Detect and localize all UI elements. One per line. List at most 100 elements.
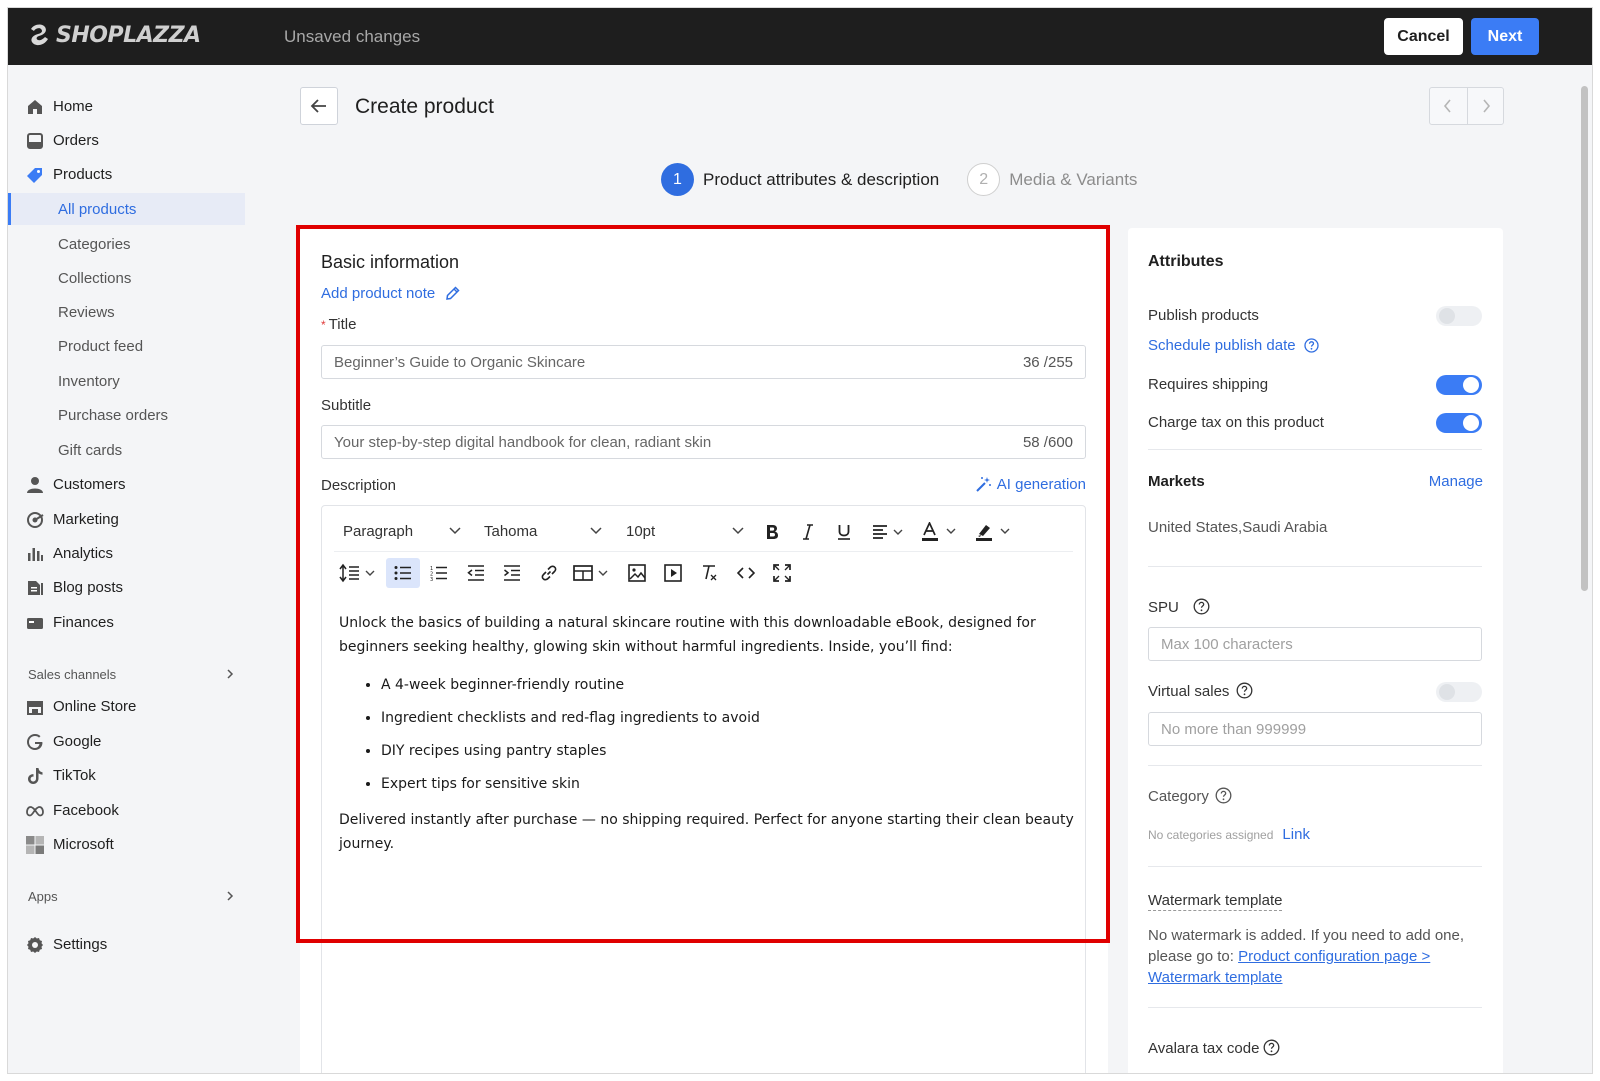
step-1-label[interactable]: Product attributes & description — [703, 170, 939, 190]
virtual-sales-input[interactable]: No more than 999999 — [1148, 712, 1482, 746]
sidebar-item-home[interactable]: Home — [8, 91, 258, 123]
font-family-select[interactable]: Tahoma — [475, 517, 608, 546]
bold-button[interactable] — [755, 517, 789, 547]
sales-channels-expand-icon[interactable] — [224, 668, 236, 680]
table-dropdown[interactable] — [568, 558, 614, 588]
help-circle-icon[interactable] — [1263, 1039, 1280, 1056]
page-scrollbar[interactable] — [1581, 70, 1589, 1070]
spu-input[interactable]: Max 100 characters — [1148, 627, 1482, 661]
sidebar-subitem-label: Inventory — [58, 373, 120, 390]
highlight-color-dropdown[interactable] — [970, 517, 1016, 547]
step-1-indicator[interactable]: 1 — [661, 163, 694, 196]
underline-icon — [838, 525, 850, 540]
add-product-note-label: Add product note — [321, 285, 436, 302]
sidebar-item-finances[interactable]: Finances — [8, 607, 258, 639]
sidebar-item-tiktok[interactable]: TikTok — [8, 760, 258, 792]
italic-button[interactable] — [791, 517, 825, 547]
insert-image-button[interactable] — [620, 558, 654, 588]
sidebar-subitem-label: All products — [58, 201, 137, 218]
apps-heading: Apps — [28, 889, 58, 904]
bullet-list-button[interactable] — [386, 558, 420, 588]
attributes-card: Attributes Publish products Schedule pub… — [1128, 228, 1503, 1073]
cancel-button[interactable]: Cancel — [1384, 18, 1463, 55]
meta-icon — [26, 806, 44, 817]
sidebar-item-blog-posts[interactable]: Blog posts — [8, 572, 258, 604]
schedule-publish-date-link[interactable]: Schedule publish date — [1148, 337, 1319, 354]
sidebar-item-label: Customers — [53, 476, 126, 493]
store-icon — [27, 701, 43, 715]
publish-products-toggle[interactable] — [1436, 306, 1482, 326]
sales-channels-heading: Sales channels — [28, 667, 117, 682]
description-bullet-list: A 4-week beginner-friendly routine Ingre… — [381, 673, 1074, 796]
line-height-dropdown[interactable] — [334, 558, 380, 588]
back-button[interactable] — [300, 87, 338, 125]
indent-button[interactable] — [495, 558, 529, 588]
svg-text:3: 3 — [430, 577, 433, 581]
sidebar-subitem-collections[interactable]: Collections — [8, 262, 258, 294]
marketing-icon — [27, 512, 44, 528]
sidebar-subitem-purchase-orders[interactable]: Purchase orders — [8, 399, 258, 431]
title-input[interactable]: Beginner’s Guide to Organic Skincare 36 … — [321, 345, 1086, 379]
sidebar-subitem-inventory[interactable]: Inventory — [8, 365, 258, 397]
fullscreen-button[interactable] — [765, 558, 799, 588]
attributes-heading: Attributes — [1148, 253, 1224, 270]
charge-tax-toggle[interactable] — [1436, 413, 1482, 433]
step-2-label[interactable]: Media & Variants — [1009, 170, 1137, 190]
chevron-down-icon — [590, 527, 602, 535]
insert-video-button[interactable] — [656, 558, 690, 588]
clear-formatting-button[interactable] — [693, 558, 727, 588]
text-color-dropdown[interactable] — [916, 517, 962, 547]
google-icon — [27, 734, 43, 750]
sidebar-item-facebook[interactable]: Facebook — [8, 795, 258, 827]
sidebar-item-google[interactable]: Google — [8, 726, 258, 758]
font-size-select[interactable]: 10pt — [617, 517, 750, 546]
help-circle-icon[interactable] — [1236, 682, 1253, 699]
numbered-list-button[interactable]: 123 — [422, 558, 456, 588]
sidebar-item-analytics[interactable]: Analytics — [8, 538, 258, 570]
manage-markets-link[interactable]: Manage — [1429, 473, 1483, 490]
insert-link-button[interactable] — [532, 558, 566, 588]
sidebar-subitem-gift-cards[interactable]: Gift cards — [8, 434, 258, 466]
home-icon — [28, 100, 42, 114]
virtual-sales-toggle[interactable] — [1436, 682, 1482, 702]
sidebar-item-marketing[interactable]: Marketing — [8, 504, 258, 536]
block-format-select[interactable]: Paragraph — [334, 517, 467, 546]
requires-shipping-toggle[interactable] — [1436, 375, 1482, 395]
top-bar: SHOPLAZZA Unsaved changes Cancel Next — [8, 8, 1592, 65]
source-code-button[interactable] — [729, 558, 763, 588]
next-record-button[interactable] — [1466, 88, 1504, 124]
unsaved-status: Unsaved changes — [284, 27, 421, 46]
apps-expand-icon[interactable] — [224, 890, 236, 902]
sidebar-item-customers[interactable]: Customers — [8, 469, 258, 501]
video-icon — [664, 564, 682, 582]
sidebar-item-products[interactable]: Products — [8, 159, 258, 191]
next-button[interactable]: Next — [1471, 18, 1539, 55]
spu-placeholder: Max 100 characters — [1161, 636, 1293, 653]
link-category-link[interactable]: Link — [1282, 826, 1310, 843]
sidebar-subitem-categories[interactable]: Categories — [8, 228, 258, 260]
sidebar-subitem-all-products[interactable]: All products — [8, 193, 245, 225]
scrollbar-thumb[interactable] — [1581, 86, 1588, 591]
description-closing-paragraph: Delivered instantly after purchase — no … — [339, 812, 1074, 852]
sidebar-item-settings[interactable]: Settings — [8, 929, 258, 961]
previous-record-button[interactable] — [1430, 88, 1467, 124]
underline-button[interactable] — [827, 517, 861, 547]
ai-generation-button[interactable]: AI generation — [975, 476, 1086, 493]
fullscreen-icon — [773, 564, 791, 582]
step-2-indicator[interactable]: 2 — [967, 163, 1001, 196]
align-left-icon — [873, 525, 903, 539]
editor-content[interactable]: Unlock the basics of building a natural … — [339, 611, 1074, 856]
subtitle-input[interactable]: Your step-by-step digital handbook for c… — [321, 425, 1086, 459]
align-dropdown[interactable] — [865, 517, 911, 547]
add-product-note-link[interactable]: Add product note — [321, 285, 461, 302]
title-label-text: Title — [328, 316, 357, 333]
sidebar-item-microsoft[interactable]: Microsoft — [8, 829, 258, 861]
help-circle-icon[interactable] — [1215, 787, 1232, 804]
help-circle-icon[interactable] — [1193, 598, 1210, 615]
sidebar-item-online-store[interactable]: Online Store — [8, 691, 258, 723]
sidebar-subitem-reviews[interactable]: Reviews — [8, 296, 258, 328]
outdent-button[interactable] — [459, 558, 493, 588]
sidebar-subitem-product-feed[interactable]: Product feed — [8, 330, 258, 362]
sidebar-item-orders[interactable]: Orders — [8, 125, 258, 157]
markets-heading: Markets — [1148, 473, 1205, 490]
